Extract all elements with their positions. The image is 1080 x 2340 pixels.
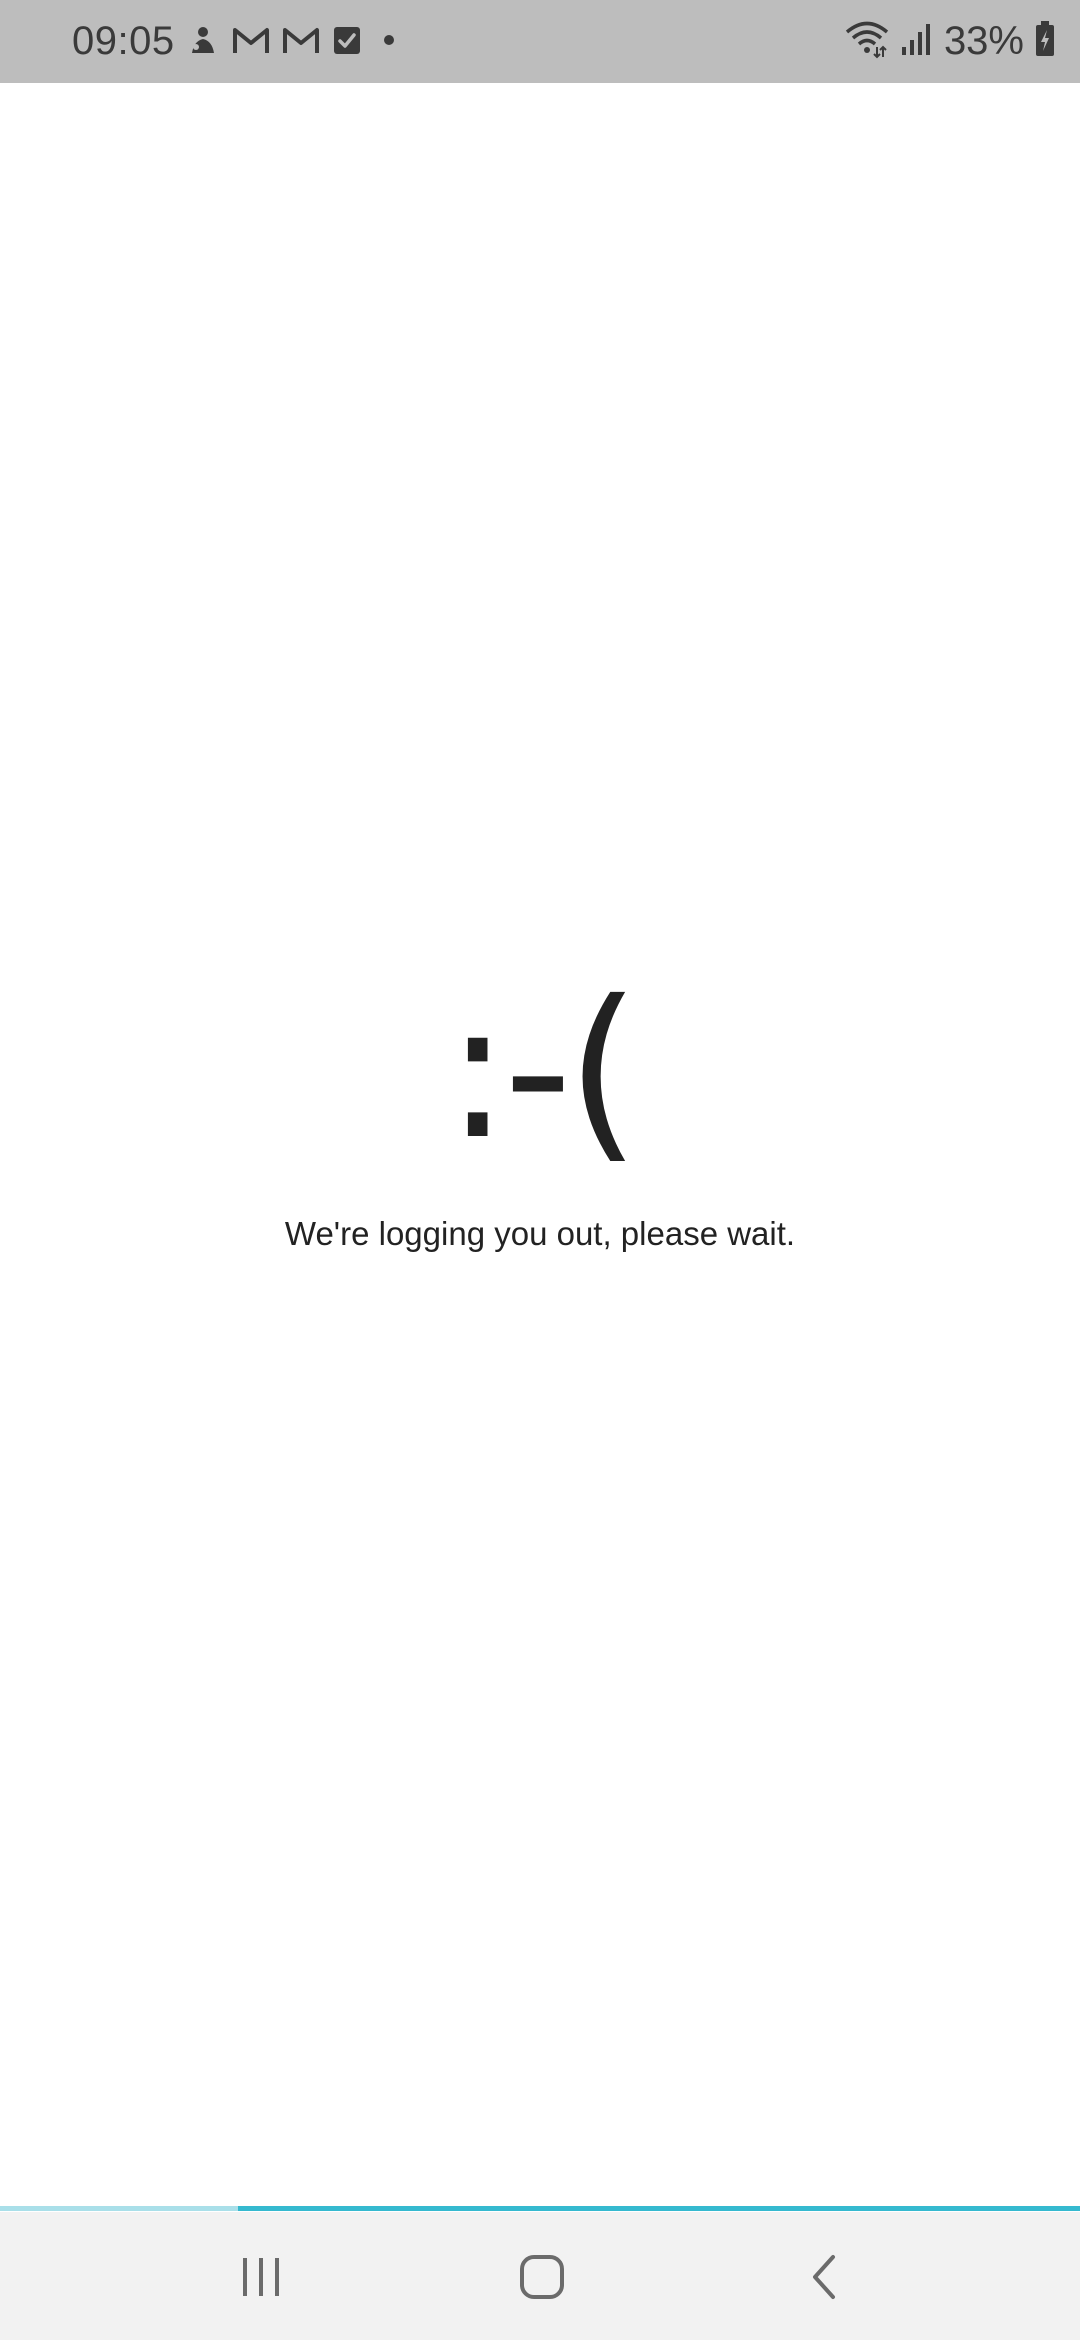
home-button[interactable] [492, 2232, 592, 2322]
recent-apps-icon [243, 2258, 279, 2296]
battery-charging-icon [1034, 20, 1056, 63]
navigation-bar [0, 2212, 1080, 2340]
gmail-icon [232, 25, 270, 60]
logout-progress-bar [0, 2206, 1080, 2211]
progress-fill [0, 2206, 238, 2211]
recent-apps-button[interactable] [211, 2232, 311, 2322]
gmail-icon [282, 25, 320, 60]
more-dot-icon [374, 25, 404, 60]
back-button[interactable] [774, 2232, 874, 2322]
assistant-icon [186, 23, 220, 62]
home-icon [520, 2255, 564, 2299]
phone-screen: 09:05 33%:-(We're logging you out, ple… [0, 0, 1080, 2340]
wifi-icon [844, 19, 890, 64]
logout-content: :-( We're logging you out, please wait. [0, 83, 1080, 2209]
status-time: 09:05 [72, 19, 175, 63]
battery-percent: 33% [943, 19, 1024, 63]
system-icons: 33% [844, 16, 1056, 66]
notification-icons [186, 22, 404, 62]
tasks-check-icon [332, 24, 362, 61]
status-bar: 09:05 33% [0, 0, 1080, 83]
back-icon [813, 2255, 835, 2299]
sad-face-emoticon: :-( [445, 960, 641, 1181]
signal-icon [900, 21, 934, 62]
logout-message: We're logging you out, please wait. [284, 1215, 796, 1252]
